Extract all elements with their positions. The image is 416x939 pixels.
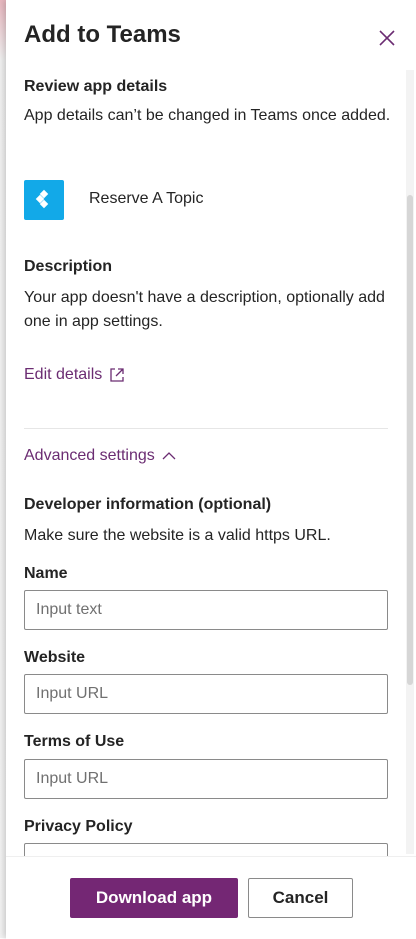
section-divider bbox=[24, 428, 388, 429]
chevron-up-icon bbox=[162, 452, 176, 460]
cancel-button[interactable]: Cancel bbox=[248, 878, 353, 918]
name-label: Name bbox=[24, 565, 68, 582]
close-icon bbox=[379, 30, 395, 46]
panel-title: Add to Teams bbox=[24, 21, 181, 48]
website-input[interactable] bbox=[24, 674, 388, 714]
name-input[interactable] bbox=[24, 590, 388, 630]
close-button[interactable] bbox=[376, 27, 398, 49]
advanced-settings-label: Advanced settings bbox=[24, 447, 155, 464]
terms-input[interactable] bbox=[24, 759, 388, 799]
privacy-input[interactable] bbox=[24, 843, 388, 856]
terms-label: Terms of Use bbox=[24, 733, 125, 750]
developer-heading: Developer information (optional) bbox=[24, 496, 272, 513]
review-heading: Review app details bbox=[24, 78, 168, 95]
app-name: Reserve A Topic bbox=[89, 190, 204, 207]
add-to-teams-panel: Add to Teams Review app details App deta… bbox=[6, 0, 416, 939]
advanced-settings-toggle[interactable]: Advanced settings bbox=[24, 447, 177, 465]
panel-header: Add to Teams bbox=[6, 0, 416, 64]
privacy-label: Privacy Policy bbox=[24, 818, 133, 835]
panel-body[interactable]: Review app details App details can’t be … bbox=[6, 64, 416, 856]
developer-hint: Make sure the website is a valid https U… bbox=[24, 527, 331, 544]
description-text: Your app doesn't have a description, opt… bbox=[24, 289, 385, 330]
power-apps-diamond-icon bbox=[35, 189, 49, 209]
description-heading: Description bbox=[24, 258, 113, 275]
external-link-icon bbox=[110, 368, 124, 382]
review-text: App details can’t be changed in Teams on… bbox=[24, 107, 391, 124]
edit-details-link[interactable]: Edit details bbox=[24, 366, 126, 384]
website-label: Website bbox=[24, 649, 86, 666]
scrollbar-thumb[interactable] bbox=[407, 195, 413, 685]
app-tile bbox=[24, 180, 64, 220]
edit-details-label: Edit details bbox=[24, 366, 103, 383]
panel-footer: Download app Cancel bbox=[6, 856, 416, 939]
download-app-button[interactable]: Download app bbox=[70, 878, 238, 918]
